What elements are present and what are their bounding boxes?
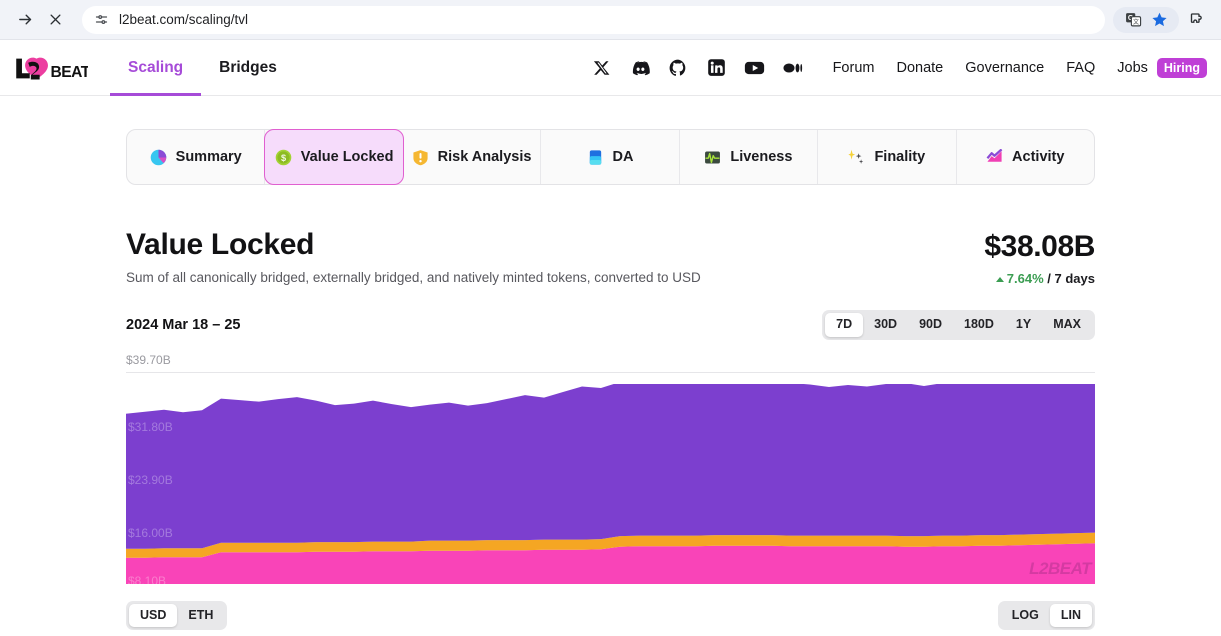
discord-icon[interactable] [630, 57, 651, 78]
time-range-max[interactable]: MAX [1042, 313, 1092, 337]
nav-link-faq[interactable]: FAQ [1066, 60, 1095, 76]
browser-actions: G文 [1113, 5, 1211, 35]
omnibox-action-pill: G文 [1113, 6, 1179, 33]
blue-book-emoji [587, 149, 604, 166]
date-range-label: 2024 Mar 18 – 25 [126, 316, 241, 333]
page-content: Summary $ Value Locked Risk Analysis DA … [0, 129, 1221, 631]
pulse-monitor-emoji [704, 149, 721, 166]
primary-nav: Scaling Bridges [110, 40, 295, 96]
total-value: $38.08B [984, 230, 1095, 263]
nav-link-jobs[interactable]: Jobs [1117, 60, 1148, 76]
value-block: $38.08B 7.64% / 7 days [984, 228, 1095, 286]
tab-summary[interactable]: Summary [127, 130, 266, 184]
tab-summary-label: Summary [175, 149, 242, 165]
browser-toolbar: l2beat.com/scaling/tvl G文 [0, 0, 1221, 40]
nav-link-forum[interactable]: Forum [833, 60, 875, 76]
currency-toggle: USD ETH [126, 600, 228, 631]
tab-finality[interactable]: Finality [818, 130, 957, 184]
tab-activity[interactable]: Activity [957, 130, 1094, 184]
tab-risk-analysis-label: Risk Analysis [437, 149, 532, 165]
nav-link-scaling[interactable]: Scaling [110, 40, 202, 96]
tab-liveness[interactable]: Liveness [680, 130, 819, 184]
star-icon[interactable] [1149, 10, 1169, 30]
page-subtitle: Sum of all canonically bridged, external… [126, 270, 701, 285]
translate-icon[interactable]: G文 [1123, 10, 1143, 30]
close-icon[interactable] [40, 5, 70, 35]
warning-shield-emoji [412, 149, 429, 166]
utility-nav: Forum Donate Governance FAQ Jobs Hiring [833, 57, 1207, 78]
address-bar-url: l2beat.com/scaling/tvl [119, 12, 249, 27]
address-bar[interactable]: l2beat.com/scaling/tvl [82, 5, 1105, 34]
time-range-180d[interactable]: 180D [953, 313, 1005, 337]
tab-value-locked-label: Value Locked [300, 149, 394, 165]
nav-link-scaling-label: Scaling [128, 58, 184, 76]
social-links [592, 57, 803, 78]
sparkle-emoji [848, 149, 865, 166]
chart-footer-controls: USD ETH LOG LIN [126, 600, 1095, 631]
money-bag-emoji: $ [275, 149, 292, 166]
chart-container: $39.70B $31.80B $23.90B $16.00B $8.10B L… [126, 353, 1095, 584]
title-block: Value Locked Sum of all canonically brid… [126, 228, 701, 285]
hiring-badge: Hiring [1156, 57, 1207, 78]
chart-plot-area[interactable]: $31.80B $23.90B $16.00B $8.10B L2BEAT [126, 383, 1095, 584]
currency-usd[interactable]: USD [129, 603, 178, 628]
scale-log[interactable]: LOG [1001, 604, 1050, 628]
scale-toggle: LOG LIN [997, 600, 1095, 631]
chart-top-gridline [126, 371, 1095, 373]
time-range-30d[interactable]: 30D [863, 313, 908, 337]
linkedin-icon[interactable] [706, 57, 727, 78]
chart-range-row: 2024 Mar 18 – 25 7D 30D 90D 180D 1Y MAX [126, 310, 1095, 340]
tab-da-label: DA [612, 149, 634, 165]
time-range-selector: 7D 30D 90D 180D 1Y MAX [822, 310, 1095, 340]
time-range-90d[interactable]: 90D [908, 313, 953, 337]
tab-liveness-label: Liveness [730, 149, 793, 165]
chart-tab-strip: Summary $ Value Locked Risk Analysis DA … [126, 129, 1095, 185]
tab-activity-label: Activity [1012, 149, 1065, 165]
extensions-puzzle-icon[interactable] [1181, 5, 1211, 35]
youtube-icon[interactable] [744, 57, 765, 78]
page-title: Value Locked [126, 228, 315, 261]
nav-link-donate[interactable]: Donate [896, 60, 943, 76]
site-settings-icon[interactable] [94, 12, 109, 27]
l2beat-logo[interactable]: BEAT [10, 53, 88, 83]
pie-chart-emoji [150, 149, 167, 166]
svg-text:$: $ [281, 153, 286, 163]
chart-up-emoji [986, 148, 1003, 166]
scale-lin[interactable]: LIN [1049, 603, 1092, 628]
value-change: 7.64% / 7 days [984, 271, 1095, 286]
tab-da[interactable]: DA [541, 130, 680, 184]
github-icon[interactable] [668, 57, 689, 78]
twitter-x-icon[interactable] [592, 57, 613, 78]
change-period: / 7 days [1047, 271, 1095, 286]
nav-link-bridges[interactable]: Bridges [201, 40, 295, 96]
tab-risk-analysis[interactable]: Risk Analysis [403, 130, 542, 184]
site-header: BEAT Scaling Bridges Forum Donate Govern… [0, 40, 1221, 96]
currency-eth[interactable]: ETH [177, 604, 224, 628]
page-title-row: Value Locked Sum of all canonically brid… [126, 228, 1095, 286]
tab-finality-label: Finality [874, 149, 926, 165]
change-percent: 7.64% [1006, 271, 1044, 286]
forward-arrow-icon[interactable] [10, 5, 40, 35]
time-range-1y[interactable]: 1Y [1005, 313, 1042, 337]
stacked-area-chart [126, 383, 1095, 584]
chart-axis-top-label: $39.70B [126, 352, 171, 367]
tab-value-locked[interactable]: $ Value Locked [264, 129, 404, 185]
medium-icon[interactable] [782, 57, 803, 78]
caret-up-icon [995, 277, 1004, 282]
time-range-7d[interactable]: 7D [825, 313, 864, 337]
svg-text:BEAT: BEAT [51, 63, 88, 80]
nav-link-bridges-label: Bridges [219, 58, 277, 76]
area-series-canonical [126, 383, 1095, 549]
nav-link-governance[interactable]: Governance [965, 60, 1044, 76]
